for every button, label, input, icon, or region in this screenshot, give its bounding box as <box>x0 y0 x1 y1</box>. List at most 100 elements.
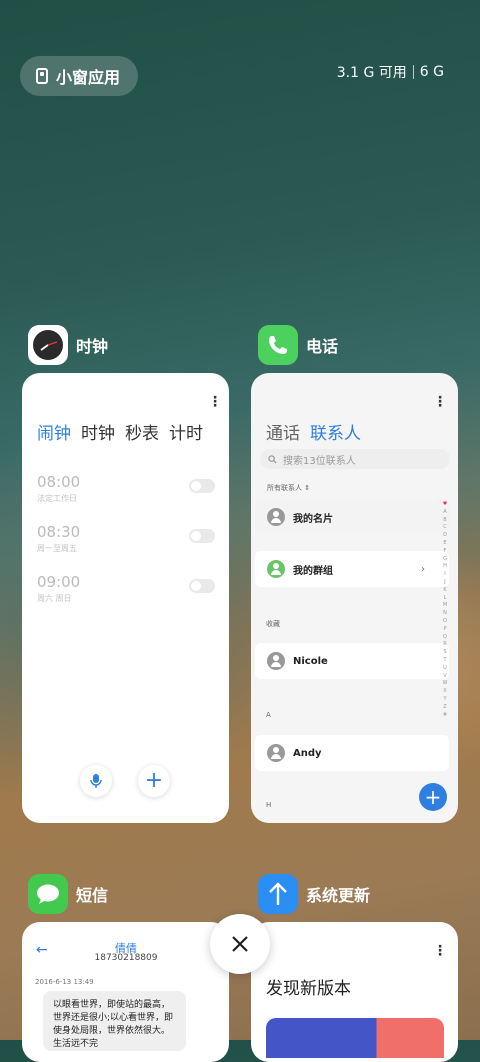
microphone-icon <box>90 774 102 788</box>
alphabet-index-letter[interactable]: F <box>442 548 448 556</box>
contact-row[interactable]: Nicole <box>255 643 449 679</box>
contact-name: Nicole <box>293 655 328 667</box>
memory-divider <box>412 65 414 79</box>
all-contacts-filter[interactable]: 所有联系人 ⇕ <box>267 483 310 493</box>
contact-row[interactable]: Andy <box>255 735 449 771</box>
memory-total: 6 G <box>419 64 444 80</box>
clock-app-card[interactable]: ⋮ 闹钟 时钟 秒表 计时 08:00 法定工作日 08:30 周一至周五 09… <box>22 373 229 823</box>
update-more-icon[interactable]: ⋮ <box>433 944 447 958</box>
alarm-toggle[interactable] <box>189 479 215 493</box>
add-alarm-button[interactable]: + <box>138 765 170 797</box>
clock-more-icon[interactable]: ⋮ <box>208 395 222 409</box>
sms-app-header[interactable]: 短信 <box>28 874 108 914</box>
avatar <box>267 652 285 670</box>
sms-app-name: 短信 <box>76 886 109 905</box>
phone-more-icon[interactable]: ⋮ <box>433 395 447 409</box>
alarm-time: 09:00 <box>37 573 81 591</box>
clear-all-button[interactable] <box>210 914 270 974</box>
my-card-row[interactable]: 我的名片 <box>255 499 449 535</box>
sms-date: 2016-6-13 13:49 <box>35 978 94 986</box>
sms-app-icon <box>28 874 68 914</box>
tab-timer[interactable]: 计时 <box>169 419 203 444</box>
alphabet-index-letter[interactable]: G <box>442 556 448 564</box>
update-app-icon <box>258 874 298 914</box>
alarm-item[interactable]: 08:30 周一至周五 <box>37 523 215 554</box>
alphabet-index-letter[interactable]: M <box>442 602 448 610</box>
plus-icon: + <box>424 785 442 809</box>
my-groups-label: 我的群组 <box>293 565 333 577</box>
clock-app-name: 时钟 <box>76 337 109 356</box>
alphabet-index-letter[interactable]: K <box>442 587 448 595</box>
alphabet-index-letter[interactable]: R <box>442 641 448 649</box>
memory-status: 3.1 G 可用 6 G <box>337 62 444 82</box>
contacts-search-input[interactable]: 搜索13位联系人 <box>260 449 450 469</box>
small-window-label: 小窗应用 <box>56 68 121 87</box>
phone-app-icon <box>258 325 298 365</box>
alarm-toggle[interactable] <box>189 579 215 593</box>
tab-calls[interactable]: 通话 <box>266 419 300 444</box>
alphabet-index-letter[interactable]: Z <box>442 704 448 712</box>
update-app-name: 系统更新 <box>306 886 371 905</box>
section-h-label: H <box>266 801 272 809</box>
alphabet-index-letter[interactable]: T <box>442 657 448 665</box>
alarm-item[interactable]: 08:00 法定工作日 <box>37 473 215 504</box>
update-app-card[interactable]: ⋮ 发现新版本 <box>251 922 458 1062</box>
alarm-repeat: 周六 周日 <box>37 594 72 603</box>
clock-app-icon <box>28 325 68 365</box>
alarm-item[interactable]: 09:00 周六 周日 <box>37 573 215 604</box>
alphabet-index-letter[interactable]: S <box>442 649 448 657</box>
alphabet-index-letter[interactable]: N <box>442 610 448 618</box>
voice-alarm-button[interactable] <box>80 765 112 797</box>
avatar <box>267 744 285 762</box>
tab-stopwatch[interactable]: 秒表 <box>125 419 159 444</box>
my-card-label: 我的名片 <box>293 513 333 525</box>
plus-icon: + <box>144 768 164 793</box>
alphabet-index-letter[interactable]: P <box>442 626 448 634</box>
alphabet-index-letter[interactable]: Q <box>442 634 448 642</box>
alphabet-index-letter[interactable]: I <box>442 571 448 579</box>
add-contact-button[interactable]: + <box>419 783 447 811</box>
alphabet-index-letter[interactable]: B <box>442 517 448 525</box>
small-window-apps-button[interactable]: 小窗应用 <box>20 56 138 96</box>
alphabet-index-letter[interactable]: O <box>442 618 448 626</box>
alphabet-index-letter[interactable]: W <box>442 680 448 688</box>
tab-alarm[interactable]: 闹钟 <box>37 419 71 444</box>
clock-tabs: 闹钟 时钟 秒表 计时 <box>37 419 203 444</box>
group-avatar <box>267 560 285 578</box>
phone-app-card[interactable]: ⋮ 通话 联系人 搜索13位联系人 所有联系人 ⇕ 我的名片 我的群组 › 收藏… <box>251 373 458 823</box>
alphabet-index-letter[interactable]: V <box>442 673 448 681</box>
alphabet-index-letter[interactable]: D <box>442 532 448 540</box>
tab-clock[interactable]: 时钟 <box>81 419 115 444</box>
alphabet-index-letter[interactable]: U <box>442 665 448 673</box>
update-app-header[interactable]: 系统更新 <box>258 874 370 914</box>
alphabet-index-letter[interactable]: A <box>442 509 448 517</box>
alphabet-index-letter[interactable]: L <box>442 595 448 603</box>
sms-app-card[interactable]: ← 倩倩 18730218809 2016-6-13 13:49 以眼看世界，即… <box>22 922 229 1062</box>
tab-contacts[interactable]: 联系人 <box>310 419 361 444</box>
search-placeholder: 搜索13位联系人 <box>283 455 356 467</box>
alphabet-index-letter[interactable]: H <box>442 563 448 571</box>
alarm-time: 08:00 <box>37 473 81 491</box>
alarm-repeat: 法定工作日 <box>37 494 77 503</box>
all-contacts-label: 所有联系人 <box>267 484 302 492</box>
alarm-toggle[interactable] <box>189 529 215 543</box>
phone-app-name: 电话 <box>306 337 339 356</box>
alphabet-index-letter[interactable]: X <box>442 688 448 696</box>
my-groups-row[interactable]: 我的群组 › <box>255 551 449 587</box>
alarm-time: 08:30 <box>37 523 81 541</box>
phone-app-header[interactable]: 电话 <box>258 325 338 365</box>
alphabet-index-letter[interactable]: ♥ <box>442 501 448 509</box>
update-banner-image <box>266 1018 444 1058</box>
section-a-label: A <box>266 711 271 719</box>
avatar <box>267 508 285 526</box>
favorites-section-label: 收藏 <box>266 620 280 628</box>
alphabet-index-letter[interactable]: E <box>442 540 448 548</box>
alphabet-index[interactable]: ♥ A B C D E F G H I J K L M N O P Q R S T U V W X Y Z # <box>442 501 448 719</box>
alphabet-index-letter[interactable]: # <box>442 712 448 720</box>
clock-app-header[interactable]: 时钟 <box>28 325 108 365</box>
sms-contact-number: 18730218809 <box>94 953 158 963</box>
alphabet-index-letter[interactable]: J <box>442 579 448 587</box>
small-window-icon <box>36 68 48 84</box>
alphabet-index-letter[interactable]: Y <box>442 696 448 704</box>
alphabet-index-letter[interactable]: C <box>442 524 448 532</box>
